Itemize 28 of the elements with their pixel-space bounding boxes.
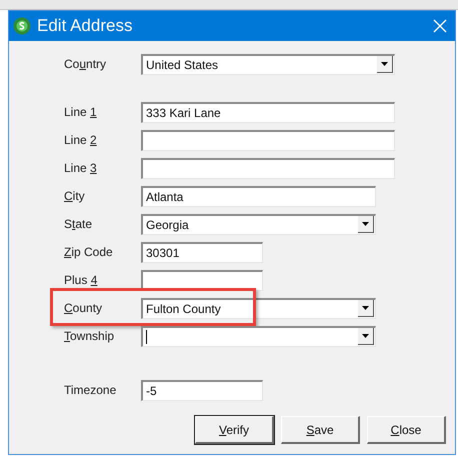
text-field[interactable]: -5 [141, 380, 263, 400]
field-label: Country [64, 56, 108, 73]
field-label: Plus 4 [64, 272, 98, 289]
dropdown-field[interactable]: Georgia [141, 214, 376, 234]
field-label: Township [64, 328, 116, 345]
text-field[interactable]: Atlanta [141, 186, 376, 206]
text-field[interactable] [141, 270, 263, 290]
field-label: Timezone [64, 382, 118, 399]
dropdown-field[interactable]: Fulton County [141, 298, 376, 318]
dialog-button[interactable]: Verify [195, 416, 274, 444]
text-field[interactable] [141, 130, 395, 150]
field-label: County [64, 300, 104, 317]
dialog-button[interactable]: Close [367, 416, 446, 444]
field-label: Line 1 [64, 104, 98, 121]
close-icon[interactable] [433, 19, 447, 33]
field-label: Line 2 [64, 132, 98, 149]
app-logo-icon [13, 17, 31, 35]
text-field[interactable] [141, 158, 395, 178]
text-field[interactable]: 30301 [141, 242, 263, 262]
dropdown-field[interactable]: United States [141, 54, 395, 74]
field-label: Zip Code [64, 244, 114, 261]
text-field[interactable]: 333 Kari Lane [141, 102, 395, 122]
dialog-button[interactable]: Save [281, 416, 360, 444]
dropdown-field[interactable] [141, 326, 376, 346]
window-title: Edit Address [37, 15, 132, 38]
field-label: State [64, 216, 94, 233]
field-label: Line 3 [64, 160, 98, 177]
field-label: City [64, 188, 86, 205]
